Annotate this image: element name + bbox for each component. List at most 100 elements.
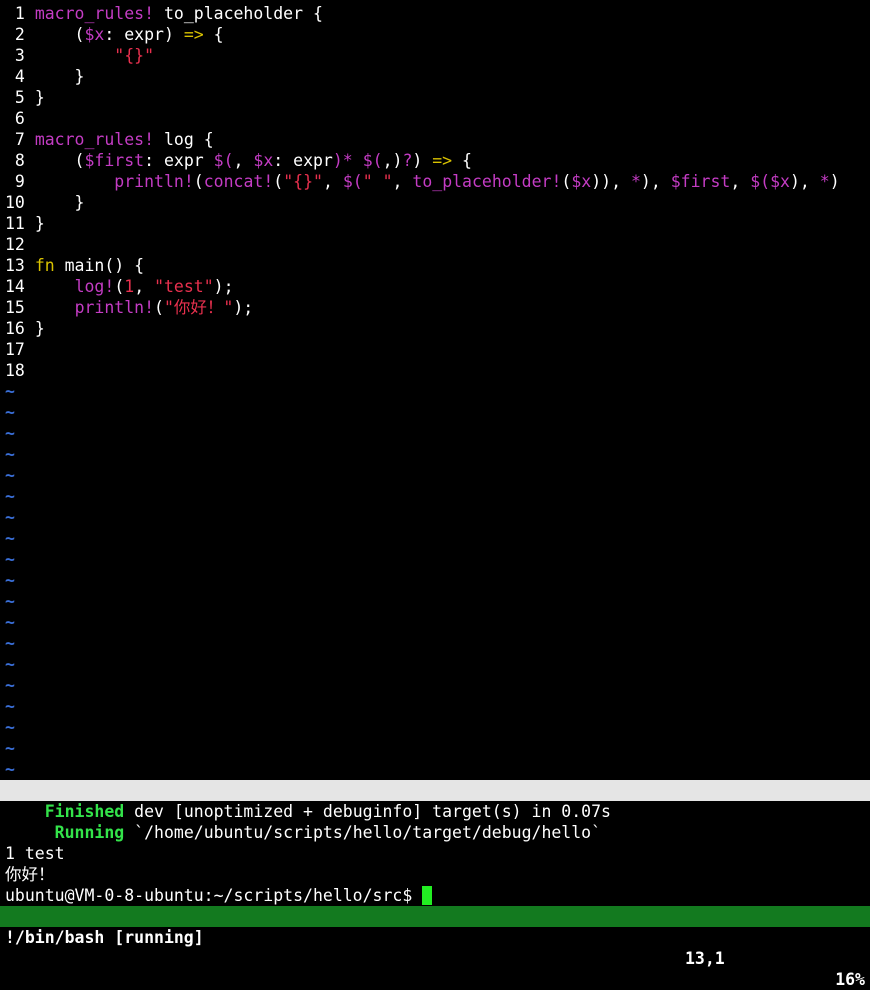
code-line: 1 macro_rules! to_placeholder { bbox=[5, 3, 870, 24]
code-line: 11 } bbox=[5, 213, 870, 234]
empty-line-tilde: ~ bbox=[5, 697, 15, 716]
code-token: { bbox=[203, 25, 224, 44]
empty-line-tilde: ~ bbox=[5, 487, 15, 506]
line-number: 6 bbox=[5, 109, 35, 128]
code-token: " " bbox=[362, 172, 393, 191]
code-line: 18 bbox=[5, 360, 870, 381]
code-token: concat! bbox=[203, 172, 274, 191]
terminal-prompt-line[interactable]: ubuntu@VM-0-8-ubuntu:~/scripts/hello/src… bbox=[5, 885, 870, 906]
empty-line-tilde: ~ bbox=[5, 382, 15, 401]
empty-line-tilde: ~ bbox=[5, 445, 15, 464]
terminal-text: `/home/ubuntu/scripts/hello/target/debug… bbox=[124, 823, 602, 842]
empty-line-tilde: ~ bbox=[5, 508, 15, 527]
empty-line-tilde: ~ bbox=[5, 739, 15, 758]
code-token: ,) bbox=[382, 151, 403, 170]
empty-line-tilde: ~ bbox=[5, 613, 15, 632]
empty-line-tilde: ~ bbox=[5, 718, 15, 737]
line-number: 15 bbox=[5, 298, 35, 317]
code-token: { bbox=[452, 151, 472, 170]
vim-status-line: scripts/hello/src/main.rs 15,11 All bbox=[0, 780, 870, 863]
code-token: , bbox=[233, 151, 254, 170]
code-line: 16 } bbox=[5, 318, 870, 339]
line-number: 9 bbox=[5, 172, 35, 191]
empty-line-tilde: ~ bbox=[5, 592, 15, 611]
code-token: )) bbox=[591, 172, 612, 191]
empty-line-tilde: ~ bbox=[5, 403, 15, 422]
empty-line-tilde: ~ bbox=[5, 676, 15, 695]
code-token: $x bbox=[571, 172, 592, 191]
code-token: * bbox=[819, 172, 830, 191]
terminal-text: dev [unoptimized + debuginfo] target(s) … bbox=[124, 802, 611, 821]
terminal-line: Running `/home/ubuntu/scripts/hello/targ… bbox=[5, 822, 870, 843]
code-token: ), bbox=[640, 172, 671, 191]
code-token: to_placeholder { bbox=[154, 4, 323, 23]
code-line: 15 println!("你好！"); bbox=[5, 297, 870, 318]
code-token: ? bbox=[402, 151, 413, 170]
code-line: 12 bbox=[5, 234, 870, 255]
line-number: 14 bbox=[5, 277, 35, 296]
code-token: ) bbox=[412, 151, 433, 170]
code-token: , bbox=[392, 172, 413, 191]
code-token: log { bbox=[154, 130, 214, 149]
code-editor[interactable]: 1 macro_rules! to_placeholder { 2 ($x: e… bbox=[5, 3, 870, 780]
code-token: ( bbox=[193, 172, 204, 191]
terminal-scroll-percent: 16% bbox=[835, 970, 865, 989]
code-token: $x bbox=[84, 25, 105, 44]
code-token: ( bbox=[273, 172, 284, 191]
line-number: 3 bbox=[5, 46, 35, 65]
code-token: "你好！" bbox=[163, 298, 234, 317]
code-token: macro_rules! bbox=[34, 130, 155, 149]
code-token: ); bbox=[233, 298, 254, 317]
shell-prompt: ubuntu@VM-0-8-ubuntu:~/scripts/hello/src… bbox=[5, 886, 423, 905]
code-token: , bbox=[134, 277, 155, 296]
line-number: 7 bbox=[5, 130, 35, 149]
code-token: $first bbox=[84, 151, 145, 170]
code-token: main() { bbox=[54, 256, 145, 275]
code-token: ( bbox=[561, 172, 572, 191]
line-number: 4 bbox=[5, 67, 35, 86]
empty-line-tilde: ~ bbox=[5, 529, 15, 548]
code-line: 13 fn main() { bbox=[5, 255, 870, 276]
line-number: 5 bbox=[5, 88, 35, 107]
line-number: 10 bbox=[5, 193, 35, 212]
code-line: 5 } bbox=[5, 87, 870, 108]
code-line: 3 "{}" bbox=[5, 45, 870, 66]
code-token: )* bbox=[332, 151, 353, 170]
empty-line-tilde: ~ bbox=[5, 760, 15, 779]
empty-line-tilde: ~ bbox=[5, 571, 15, 590]
line-number: 1 bbox=[5, 4, 35, 23]
terminal-line: 1 test bbox=[5, 844, 65, 863]
code-line: 17 bbox=[5, 339, 870, 360]
line-number: 18 bbox=[5, 361, 35, 380]
line-number: 8 bbox=[5, 151, 35, 170]
code-token: "test" bbox=[154, 277, 214, 296]
code-token: ( bbox=[154, 298, 164, 317]
code-token: , bbox=[611, 172, 631, 191]
code-token: } bbox=[34, 88, 45, 107]
code-token: : expr bbox=[144, 151, 214, 170]
terminal-cursor-position: 13,1 bbox=[685, 949, 725, 968]
code-line: 14 log!(1, "test"); bbox=[5, 276, 870, 297]
empty-line-tilde: ~ bbox=[5, 466, 15, 485]
terminal-output[interactable]: Finished dev [unoptimized + debuginfo] t… bbox=[5, 801, 870, 906]
empty-line-tilde: ~ bbox=[5, 655, 15, 674]
code-token: } bbox=[34, 67, 85, 86]
code-line: 6 bbox=[5, 108, 870, 129]
code-token: $( bbox=[342, 172, 363, 191]
code-token: $first bbox=[670, 172, 731, 191]
code-token: macro_rules! bbox=[34, 4, 155, 23]
code-token: : expr bbox=[273, 151, 333, 170]
code-token: to_placeholder! bbox=[412, 172, 562, 191]
code-line: 4 } bbox=[5, 66, 870, 87]
terminal-line: 你好！ bbox=[5, 865, 55, 884]
terminal-line: Finished dev [unoptimized + debuginfo] t… bbox=[5, 801, 870, 822]
cargo-running-label: Running bbox=[5, 823, 125, 842]
code-token: "{}" bbox=[34, 46, 155, 65]
line-number: 16 bbox=[5, 319, 35, 338]
code-token: 1 bbox=[124, 277, 135, 296]
code-token: $x bbox=[253, 151, 274, 170]
code-token: ( bbox=[34, 25, 85, 44]
